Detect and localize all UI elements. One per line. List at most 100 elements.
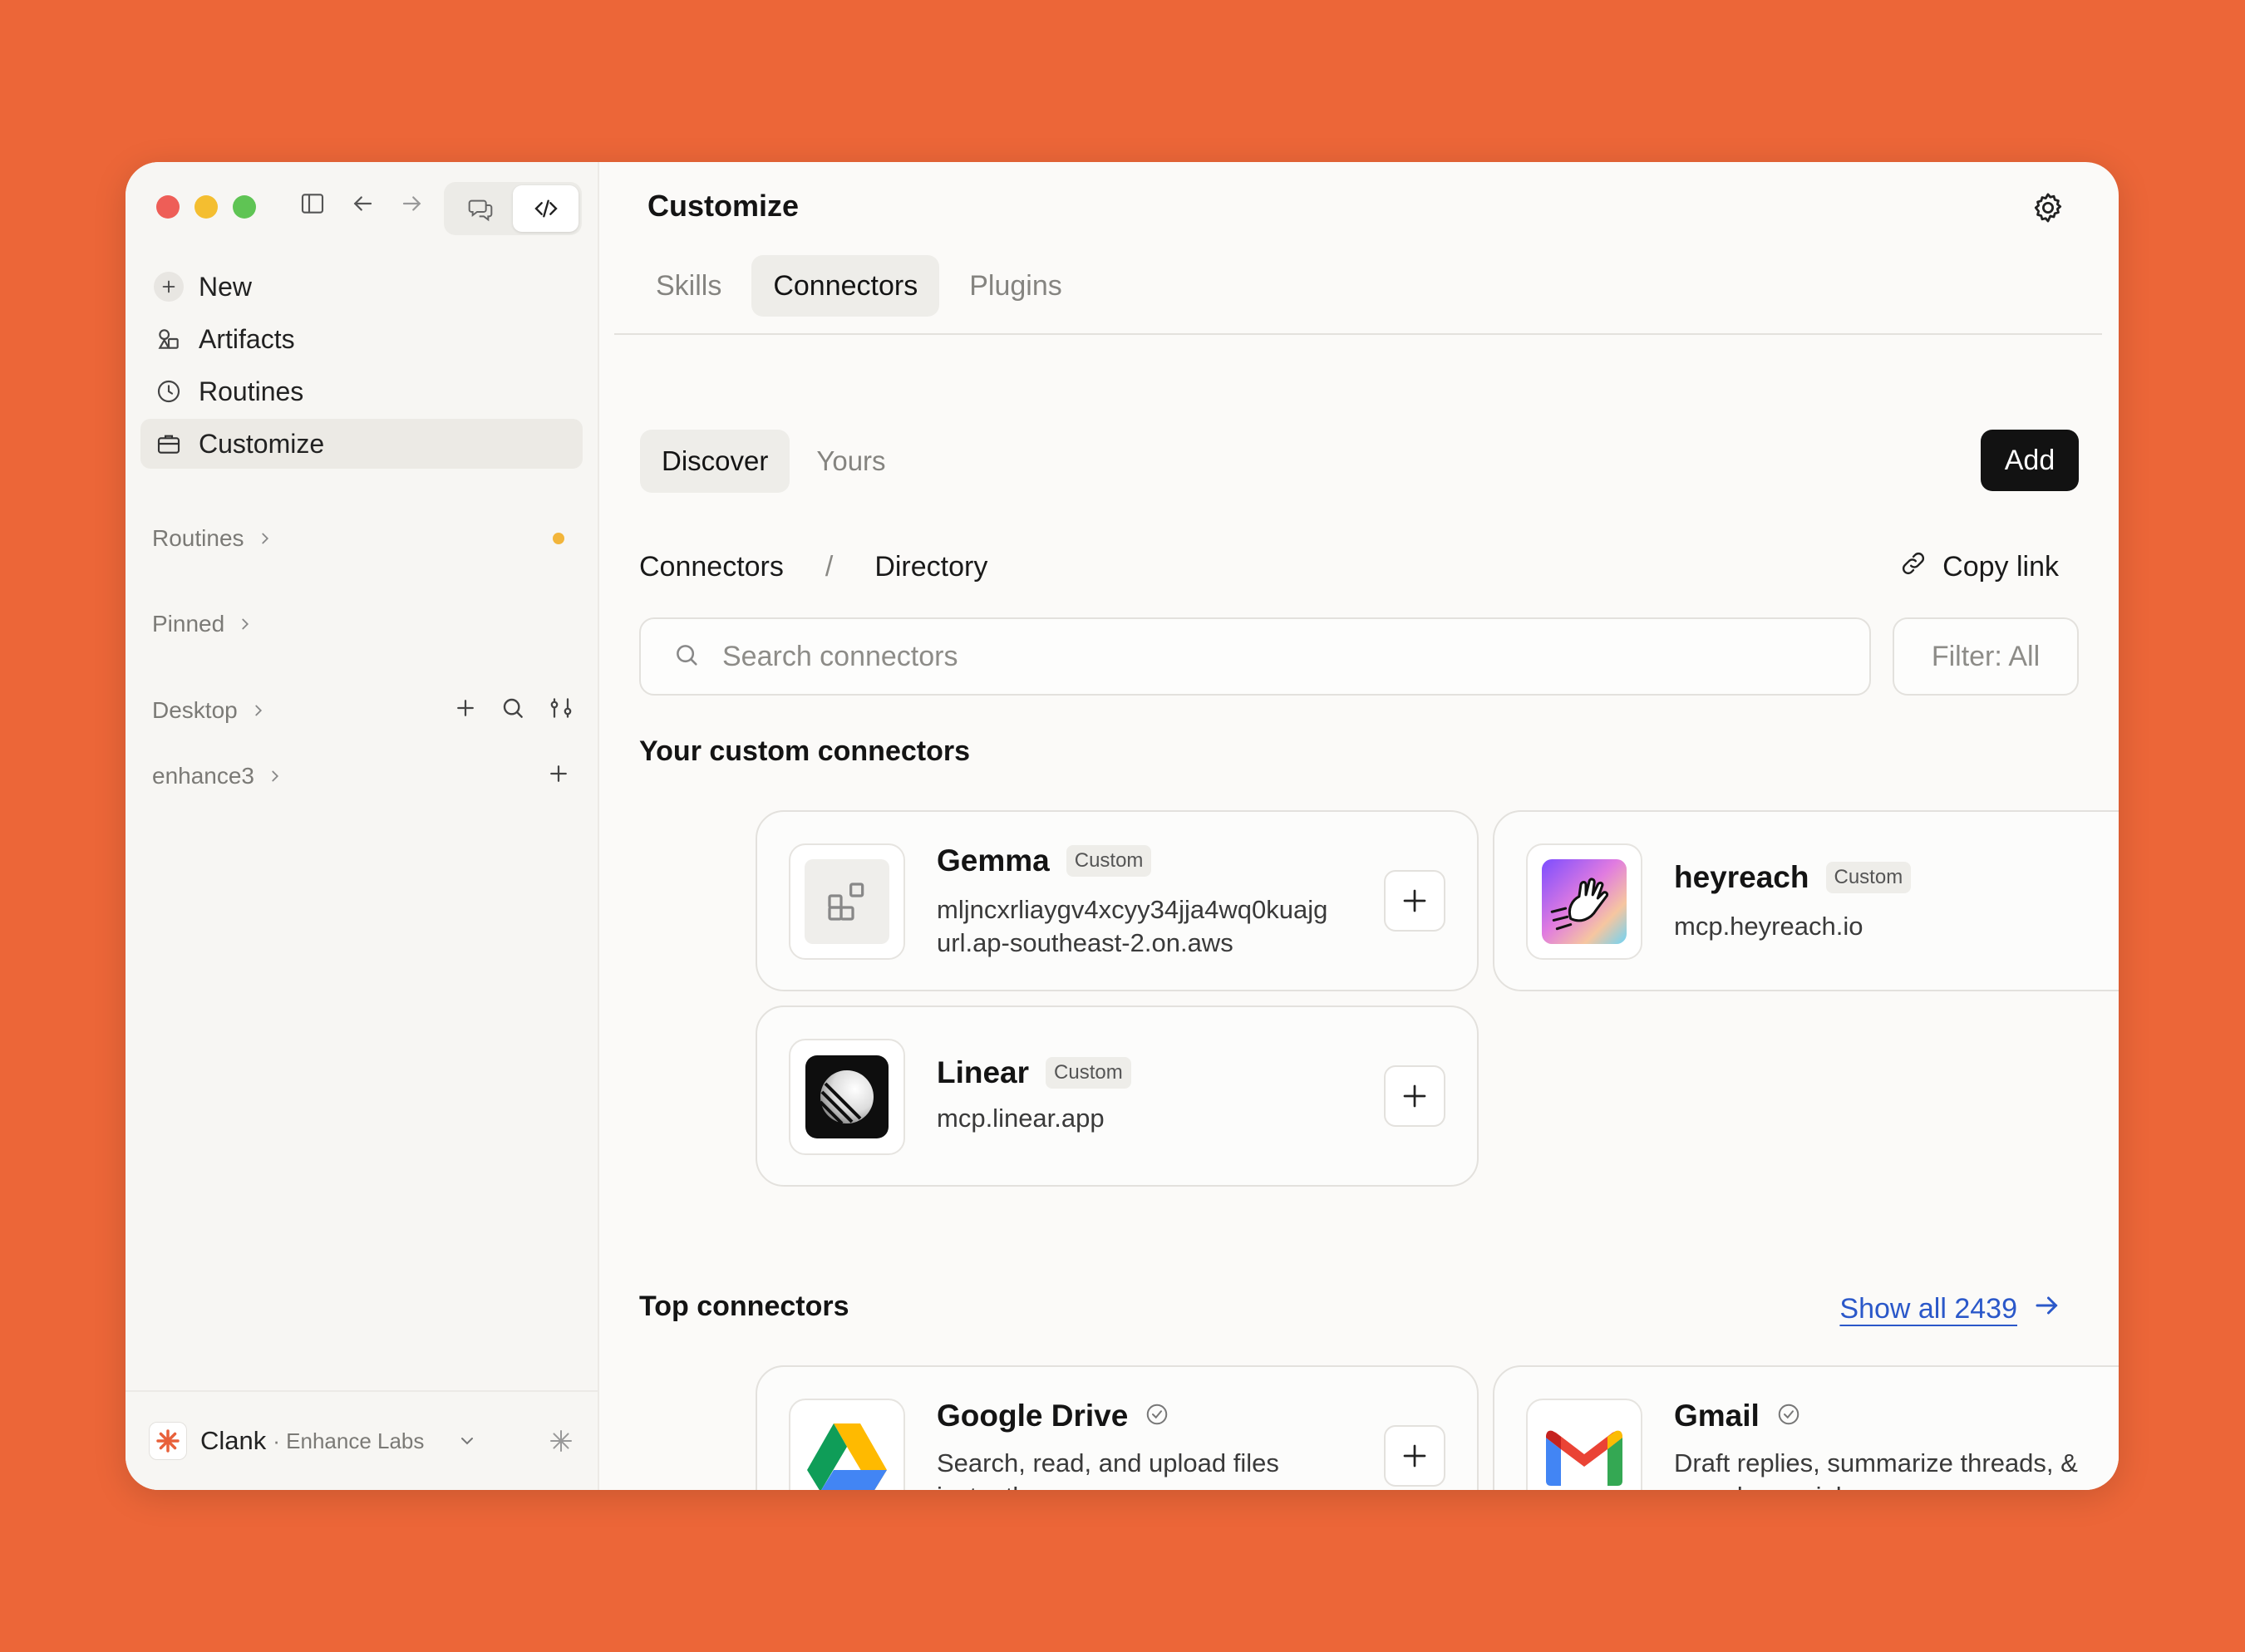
copy-link-button[interactable]: Copy link	[1899, 549, 2059, 585]
chevron-right-icon	[236, 615, 254, 633]
tab-skills[interactable]: Skills	[634, 255, 743, 317]
back-arrow-icon[interactable]	[346, 187, 379, 220]
connector-header: Gmail	[1674, 1399, 1801, 1433]
add-icon[interactable]	[453, 696, 478, 726]
breadcrumb-connectors[interactable]: Connectors	[639, 551, 784, 583]
sidebar-menu: New Artifacts Routines Customize	[140, 262, 583, 471]
maximize-window-button[interactable]	[233, 195, 256, 219]
top-connectors-heading: Top connectors	[639, 1291, 849, 1322]
sidebar-item-label: Customize	[199, 428, 325, 459]
sidebar-item-customize[interactable]: Customize	[140, 419, 583, 469]
chevron-right-icon	[249, 701, 268, 720]
chevron-down-icon[interactable]	[457, 1431, 477, 1451]
filter-dropdown[interactable]: Filter: All	[1893, 617, 2079, 696]
gemma-logo	[789, 843, 905, 960]
widget-grid-icon	[805, 859, 889, 944]
custom-badge: Custom	[1046, 1057, 1131, 1089]
account-org: · Enhance Labs	[273, 1428, 425, 1453]
subtab-yours[interactable]: Yours	[795, 430, 907, 493]
connector-name: Gmail	[1674, 1399, 1760, 1433]
chevron-right-icon	[266, 767, 284, 785]
section-label: Desktop	[152, 697, 238, 723]
connector-card-gemma[interactable]: Gemma Custom mljncxrliaygv4xcyy34jja4wq0…	[756, 810, 1479, 991]
gear-icon[interactable]	[2031, 190, 2065, 229]
spark-icon[interactable]	[548, 1428, 574, 1454]
connector-card-gmail[interactable]: Gmail Draft replies, summarize threads, …	[1493, 1365, 2119, 1490]
nav-toolbar	[296, 187, 429, 220]
plus-icon	[1403, 889, 1426, 912]
custom-badge: Custom	[1825, 862, 1912, 893]
account-switcher[interactable]: Clank · Enhance Labs	[126, 1390, 598, 1490]
tab-bar: Skills Connectors Plugins	[634, 255, 1084, 317]
section-enhance3[interactable]: enhance3	[152, 755, 574, 797]
section-label: Routines	[152, 525, 244, 551]
verified-icon	[1145, 1402, 1169, 1431]
section-desktop[interactable]: Desktop	[152, 690, 574, 731]
window-controls	[156, 195, 256, 219]
show-all-label: Show all 2439	[1839, 1293, 2017, 1325]
breadcrumb-directory: Directory	[874, 551, 988, 583]
connector-name: Linear	[937, 1055, 1030, 1089]
connector-card-google-drive[interactable]: Google Drive Search, read, and upload fi…	[756, 1365, 1479, 1490]
app-window: New Artifacts Routines Customize Routine…	[126, 162, 2119, 1490]
link-icon	[1899, 549, 1927, 585]
chat-mode-button[interactable]	[447, 185, 513, 232]
account-name: Clank	[200, 1426, 267, 1455]
connector-description: Draft replies, summarize threads, & sear…	[1674, 1448, 2078, 1490]
sidebar-item-label: Artifacts	[199, 323, 295, 354]
sidebar-item-label: New	[199, 271, 253, 302]
section-label: Pinned	[152, 611, 225, 637]
search-input[interactable]	[721, 639, 1869, 674]
chat-bubbles-icon	[468, 199, 492, 222]
connector-card-linear[interactable]: Linear Custom mcp.linear.app	[756, 1005, 1479, 1187]
code-mode-button[interactable]	[513, 185, 578, 232]
add-icon[interactable]	[546, 761, 571, 792]
add-connector-button[interactable]	[1384, 1425, 1445, 1487]
sidebar: New Artifacts Routines Customize Routine…	[126, 162, 599, 1490]
divider	[614, 333, 2102, 335]
sidebar-item-label: Routines	[199, 376, 304, 406]
search-icon[interactable]	[500, 695, 526, 727]
linear-logo	[789, 1039, 905, 1155]
custom-connectors-heading: Your custom connectors	[639, 735, 970, 767]
sidebar-toggle-icon[interactable]	[296, 187, 329, 220]
show-all-link[interactable]: Show all 2439	[1839, 1291, 2062, 1328]
tab-plugins[interactable]: Plugins	[948, 255, 1084, 317]
minimize-window-button[interactable]	[194, 195, 218, 219]
shapes-icon	[154, 324, 184, 354]
section-label: enhance3	[152, 763, 255, 789]
section-pinned[interactable]: Pinned	[152, 603, 574, 645]
connector-header: Google Drive	[937, 1399, 1169, 1433]
mode-switch	[444, 182, 582, 235]
close-window-button[interactable]	[156, 195, 180, 219]
sidebar-item-artifacts[interactable]: Artifacts	[140, 314, 583, 364]
subtab-bar: Discover Yours	[640, 430, 908, 493]
google-drive-icon	[807, 1423, 887, 1490]
add-connector-button[interactable]	[1384, 1065, 1445, 1127]
add-button[interactable]: Add	[1981, 430, 2079, 491]
section-routines[interactable]: Routines	[152, 518, 574, 559]
clock-icon	[154, 376, 184, 406]
custom-badge: Custom	[1066, 845, 1152, 877]
google-drive-logo	[789, 1399, 905, 1490]
copy-link-label: Copy link	[1942, 551, 2059, 583]
connector-header: Linear Custom	[937, 1055, 1131, 1090]
subtab-discover[interactable]: Discover	[640, 430, 790, 493]
forward-arrow-icon[interactable]	[396, 187, 429, 220]
connector-url: mcp.heyreach.io	[1674, 912, 1863, 941]
gmail-logo	[1526, 1399, 1642, 1490]
filter-sliders-icon[interactable]	[548, 695, 574, 727]
main-content: Customize Skills Connectors Plugins Disc…	[598, 162, 2119, 1490]
code-icon	[534, 199, 558, 218]
heyreach-logo	[1526, 843, 1642, 960]
sidebar-item-new[interactable]: New	[140, 262, 583, 312]
connector-header: Gemma Custom	[937, 843, 1152, 878]
sidebar-item-routines[interactable]: Routines	[140, 366, 583, 416]
connector-card-heyreach[interactable]: heyreach Custom mcp.heyreach.io	[1493, 810, 2119, 991]
add-connector-button[interactable]	[1384, 870, 1445, 932]
connector-name: Gemma	[937, 843, 1050, 878]
connector-name: heyreach	[1674, 860, 1809, 894]
clank-logo-icon	[149, 1422, 187, 1460]
breadcrumb: Connectors / Directory	[639, 551, 987, 583]
tab-connectors[interactable]: Connectors	[751, 255, 940, 317]
